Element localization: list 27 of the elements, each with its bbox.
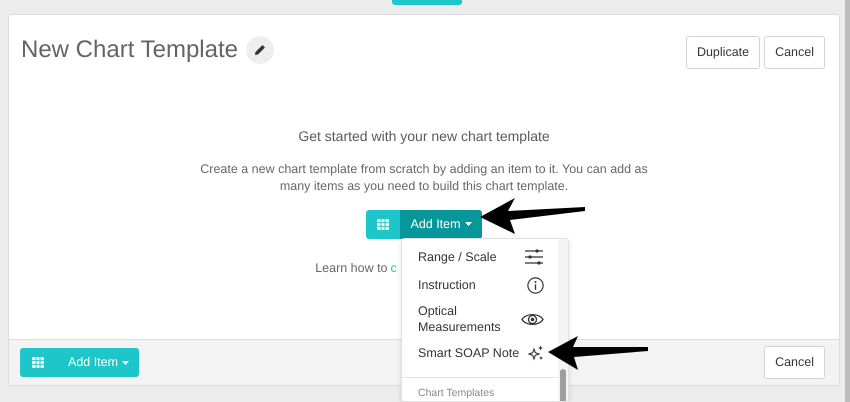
grid-icon: [32, 357, 44, 368]
learn-text: Learn how to: [315, 260, 388, 276]
grid-icon: [377, 218, 390, 230]
pencil-icon: [254, 44, 266, 56]
caret-icon: [464, 222, 472, 226]
sliders-icon: [524, 249, 544, 265]
scrollbar[interactable]: [558, 239, 568, 401]
page-title: New Chart Template: [21, 36, 238, 65]
menu-item[interactable]: Range / Scale: [402, 243, 546, 271]
sparkle-icon: [528, 345, 544, 361]
empty-state-heading: Get started with your new chart template: [298, 126, 550, 146]
header-button[interactable]: Duplicate: [686, 36, 760, 69]
grid-button[interactable]: [366, 210, 400, 238]
header-button[interactable]: Cancel: [764, 36, 825, 69]
caret-icon: [122, 360, 130, 364]
menu-item[interactable]: Instruction: [402, 271, 546, 299]
info-icon: [527, 276, 544, 294]
menu-item[interactable]: Optical Measurements: [402, 299, 546, 339]
add-item-button[interactable]: Add Item: [400, 210, 482, 238]
menu-section-header: Chart Templates: [417, 386, 496, 401]
button-label: Add Item: [68, 354, 118, 372]
menu-item[interactable]: Smart SOAP Note: [402, 339, 546, 367]
edit-button[interactable]: [246, 36, 274, 64]
scrollbar[interactable]: [845, 0, 850, 402]
cancel-button[interactable]: Cancel: [764, 346, 825, 379]
eye-icon: [521, 312, 544, 326]
empty-state-description: Create a new chart template from scratch by adding an item to it. You can add as many items as you need to build this chart template.: [199, 160, 649, 194]
